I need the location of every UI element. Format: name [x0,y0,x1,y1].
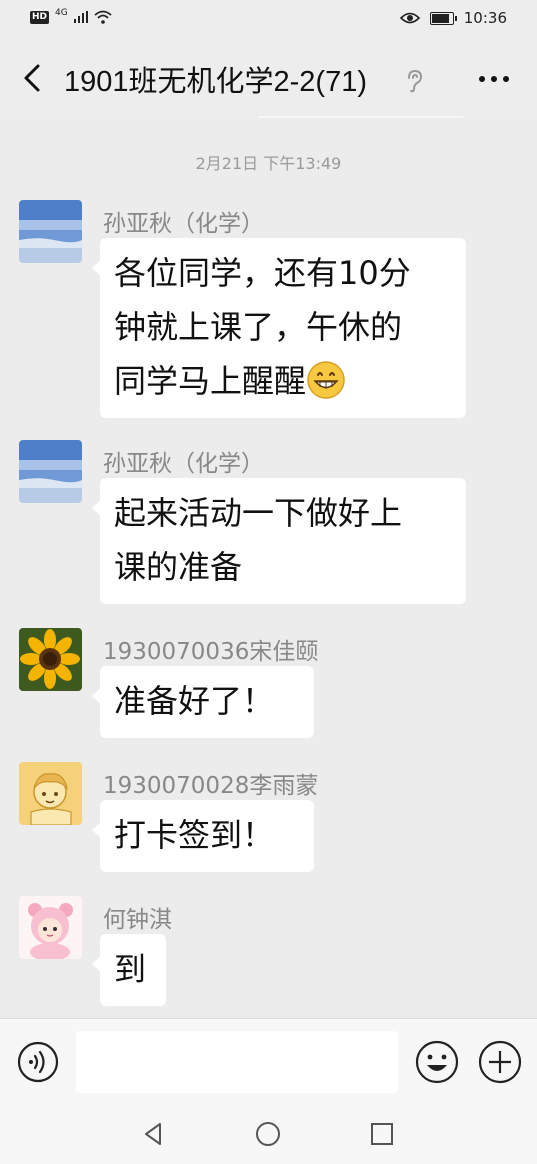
system-home-button[interactable] [254,1120,282,1148]
sender-name: 何钟淇 [103,907,172,933]
sender-name: 1930070028李雨蒙 [103,773,319,799]
input-bar [0,1018,537,1105]
message-line: 准备好了！ [114,682,275,720]
message-timestamp: 2月21日 下午13:49 [195,154,342,173]
message-line: 各位同学，还有10分 [114,254,411,292]
triangle-back-icon [145,1123,161,1145]
sunflower-avatar[interactable] [19,628,82,691]
message-line: 起来活动一下做好上 [114,494,403,532]
more-button[interactable] [474,64,514,94]
system-recents-button[interactable] [368,1120,396,1148]
message-line: 同学马上醒醒 [114,362,307,400]
status-left-group: HD 4G [30,8,112,24]
message-bubble[interactable]: 各位同学，还有10分 钟就上课了，午休的 同学马上醒醒 [92,238,466,418]
seascape-avatar[interactable] [19,440,82,503]
status-time: 10:36 [463,9,507,27]
plus-icon [478,1040,522,1084]
eye-icon [399,12,420,24]
emoji-button[interactable] [414,1039,460,1085]
chat-title: 1901班无机化学2-2(71) [64,66,367,98]
wifi-icon [94,10,112,24]
status-right-group: 10:36 [399,9,507,27]
emoji-icon [415,1040,459,1084]
back-button[interactable] [18,60,48,96]
cartoon-avatar[interactable] [19,762,82,825]
system-navigation-bar [0,1104,537,1164]
signal-icon [73,11,88,23]
battery-icon [429,11,457,25]
message-line: 课的准备 [114,548,243,586]
system-back-button[interactable] [140,1120,168,1148]
sender-name: 孙亚秋（化学） [103,211,264,237]
message-line: 打卡签到！ [114,816,275,854]
plus-button[interactable] [477,1039,523,1085]
pink-bear-avatar[interactable] [19,896,82,959]
message-input[interactable] [76,1031,398,1093]
network-type: 4G [55,8,68,18]
sender-name: 1930070036宋佳颐 [103,639,319,665]
ear-icon [408,69,423,93]
hd-badge: HD [30,10,50,24]
message-bubble[interactable]: 打卡签到！ [92,800,314,872]
message-bubble[interactable]: 起来活动一下做好上 课的准备 [92,478,466,604]
message-line: 钟就上课了，午休的 [114,308,403,346]
chat-header: 1901班无机化学2-2(71) [0,40,537,118]
circle-home-icon [256,1122,280,1146]
chevron-left-icon [24,64,40,92]
message-bubble[interactable]: 到 [92,934,166,1006]
sender-name: 孙亚秋（化学） [103,451,264,477]
message-line: 到 [114,950,147,988]
message-line-with-emoji: 同学马上醒醒 [114,354,452,408]
chat-area[interactable]: 2月21日 下午13:49 孙亚秋（化学） 各位同学，还有10分 钟就上课了，午… [0,118,537,1018]
square-recents-icon [371,1123,393,1145]
status-bar: HD 4G 10:36 [0,0,537,40]
message-bubble[interactable]: 准备好了！ [92,666,314,738]
voice-icon [17,1041,59,1083]
grinning-face-icon [307,361,345,399]
voice-button[interactable] [17,1041,59,1083]
more-icon [479,76,509,82]
seascape-avatar[interactable] [19,200,82,263]
